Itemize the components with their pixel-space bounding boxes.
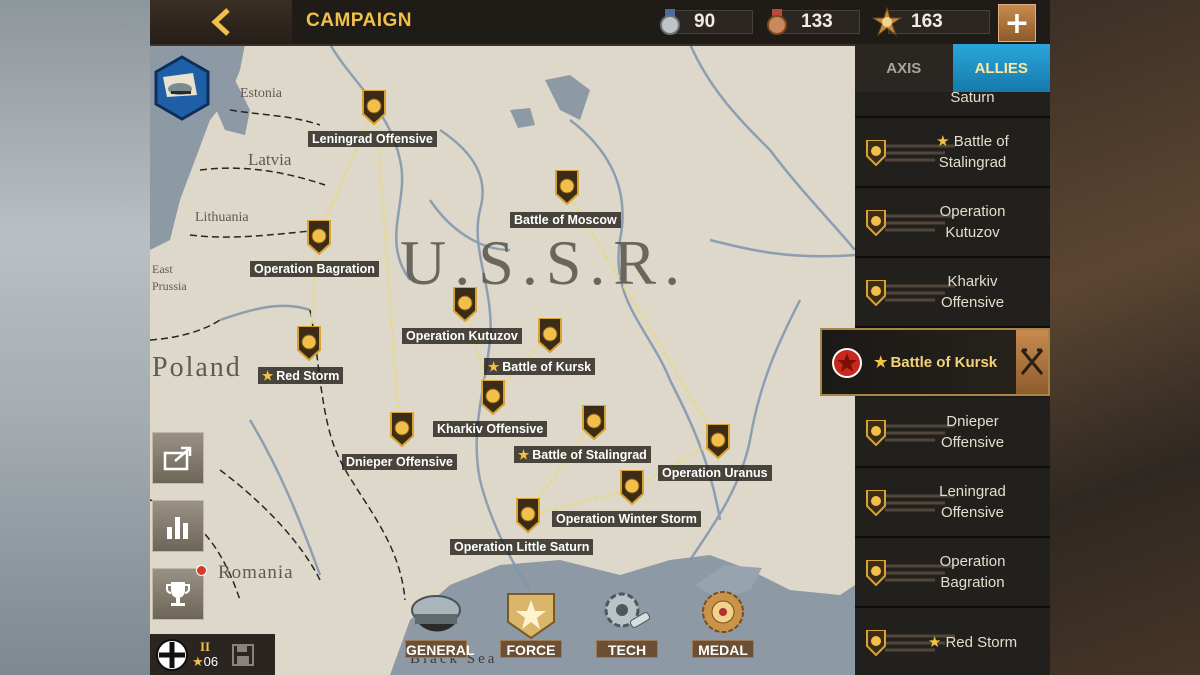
resource-bronze-medals: 133 (762, 9, 860, 35)
back-button[interactable] (150, 0, 292, 44)
list-item[interactable]: Leningrad Offensive (855, 468, 1050, 538)
battle-node-operation-uranus[interactable]: Operation Uranus (658, 465, 772, 481)
player-profile-bar[interactable]: II ★06 (150, 634, 275, 675)
red-star-icon (832, 348, 862, 378)
battle-node-red-storm[interactable]: ★ Red Storm (258, 367, 344, 384)
faction-tabs: AXIS ALLIES (855, 44, 1050, 92)
force-button[interactable]: FORCE (500, 586, 562, 658)
statistics-button[interactable] (152, 500, 204, 552)
star-burst-icon (872, 7, 902, 37)
tab-axis[interactable]: AXIS (855, 44, 953, 92)
battle-node-medal-icon[interactable] (388, 411, 416, 452)
tech-button[interactable]: TECH (596, 586, 658, 658)
battle-node-medal-icon[interactable] (305, 219, 333, 260)
resource-stars: 163 (872, 7, 990, 37)
medal-button[interactable]: MEDAL (692, 586, 754, 658)
bronze-medal-icon (762, 7, 792, 37)
battle-node-kharkiv-offensive[interactable]: Kharkiv Offensive (433, 421, 548, 437)
blurred-background-left (0, 0, 150, 675)
country-label-poland: Poland (152, 352, 242, 383)
battle-node-operation-little-saturn[interactable]: Operation Little Saturn (450, 539, 594, 555)
country-label-lithuania: Lithuania (195, 210, 249, 225)
battle-node-battle-of-moscow[interactable]: Battle of Moscow (510, 212, 621, 228)
battle-node-medal-icon[interactable] (704, 423, 732, 464)
level-label: 06 (203, 654, 219, 669)
battle-node-leningrad-offensive[interactable]: Leningrad Offensive (308, 131, 437, 147)
silver-medal-icon (655, 7, 685, 37)
general-portrait-badge[interactable] (153, 55, 211, 121)
add-currency-button[interactable]: + (998, 4, 1036, 42)
game-screen: U.S.S.R. Estonia Latvia Lithuania East P… (150, 0, 1050, 675)
country-label-estonia: Estonia (240, 86, 282, 101)
battle-node-medal-icon[interactable] (295, 325, 323, 366)
list-item[interactable]: ★ Red Storm (855, 608, 1050, 675)
trophy-icon (166, 582, 190, 606)
share-icon (163, 446, 192, 471)
list-item[interactable]: Operation Kutuzov (855, 188, 1050, 258)
battle-node-operation-winter-storm[interactable]: Operation Winter Storm (552, 511, 701, 527)
battle-node-medal-icon[interactable] (553, 169, 581, 210)
back-arrow-icon (211, 8, 230, 36)
medal-icon (866, 560, 886, 586)
medal-icon (702, 591, 744, 633)
page-title: CAMPAIGN (306, 10, 413, 31)
battle-node-medal-icon[interactable] (514, 497, 542, 538)
battle-node-operation-kutuzov[interactable]: Operation Kutuzov (402, 328, 522, 344)
general-cap-icon (154, 55, 210, 121)
tab-allies[interactable]: ALLIES (952, 44, 1050, 92)
general-button[interactable]: GENERAL (405, 586, 474, 658)
country-label-east: East (152, 262, 173, 276)
share-button[interactable] (152, 432, 204, 484)
battle-node-medal-icon[interactable] (451, 286, 479, 327)
gear-wrench-icon (604, 592, 651, 628)
country-label-prussia: Prussia (152, 279, 187, 293)
notification-dot (196, 565, 207, 576)
list-item[interactable]: ★ Battle of Stalingrad (855, 118, 1050, 188)
medal-icon (866, 210, 886, 236)
medal-icon (866, 420, 886, 446)
list-item-selected[interactable]: ★ Battle of Kursk (820, 328, 1050, 396)
rank-label: II (200, 639, 211, 654)
medal-icon (866, 140, 886, 166)
general-cap-icon (411, 595, 461, 632)
save-icon[interactable] (232, 643, 255, 666)
achievements-button[interactable] (152, 565, 207, 620)
level-star-icon: ★ (192, 654, 204, 669)
medal-icon (866, 630, 886, 656)
battle-node-medal-icon[interactable] (536, 317, 564, 358)
battle-node-battle-of-stalingrad[interactable]: ★ Battle of Stalingrad (514, 446, 651, 463)
list-item[interactable]: Kharkiv Offensive (855, 258, 1050, 328)
force-star-icon (507, 593, 555, 640)
medal-icon (866, 490, 886, 516)
bar-chart-icon (167, 517, 188, 539)
battle-node-medal-icon[interactable] (360, 89, 388, 130)
medal-icon (866, 280, 886, 306)
blurred-background-right (1050, 0, 1200, 675)
iron-cross-icon (156, 638, 188, 671)
start-battle-button[interactable] (1016, 330, 1048, 394)
list-item[interactable]: Saturn (855, 92, 1050, 118)
battle-node-medal-icon[interactable] (580, 404, 608, 445)
resource-silver-medals: 90 (655, 9, 753, 35)
battle-node-medal-icon[interactable] (618, 469, 646, 510)
list-item[interactable]: Operation Bagration (855, 538, 1050, 608)
top-bar: CAMPAIGN 90 133 163 + (150, 0, 1050, 46)
battle-node-dnieper-offensive[interactable]: Dnieper Offensive (342, 454, 457, 470)
battle-node-operation-bagration[interactable]: Operation Bagration (250, 261, 379, 277)
battle-node-medal-icon[interactable] (479, 379, 507, 420)
crossed-rifles-icon (1020, 348, 1044, 375)
country-label-romania: Romania (218, 562, 294, 583)
list-item[interactable]: Dnieper Offensive (855, 398, 1050, 468)
ussr-label: U.S.S.R. (400, 227, 689, 298)
battle-node-battle-of-kursk[interactable]: ★ Battle of Kursk (484, 358, 596, 375)
country-label-latvia: Latvia (248, 150, 292, 169)
